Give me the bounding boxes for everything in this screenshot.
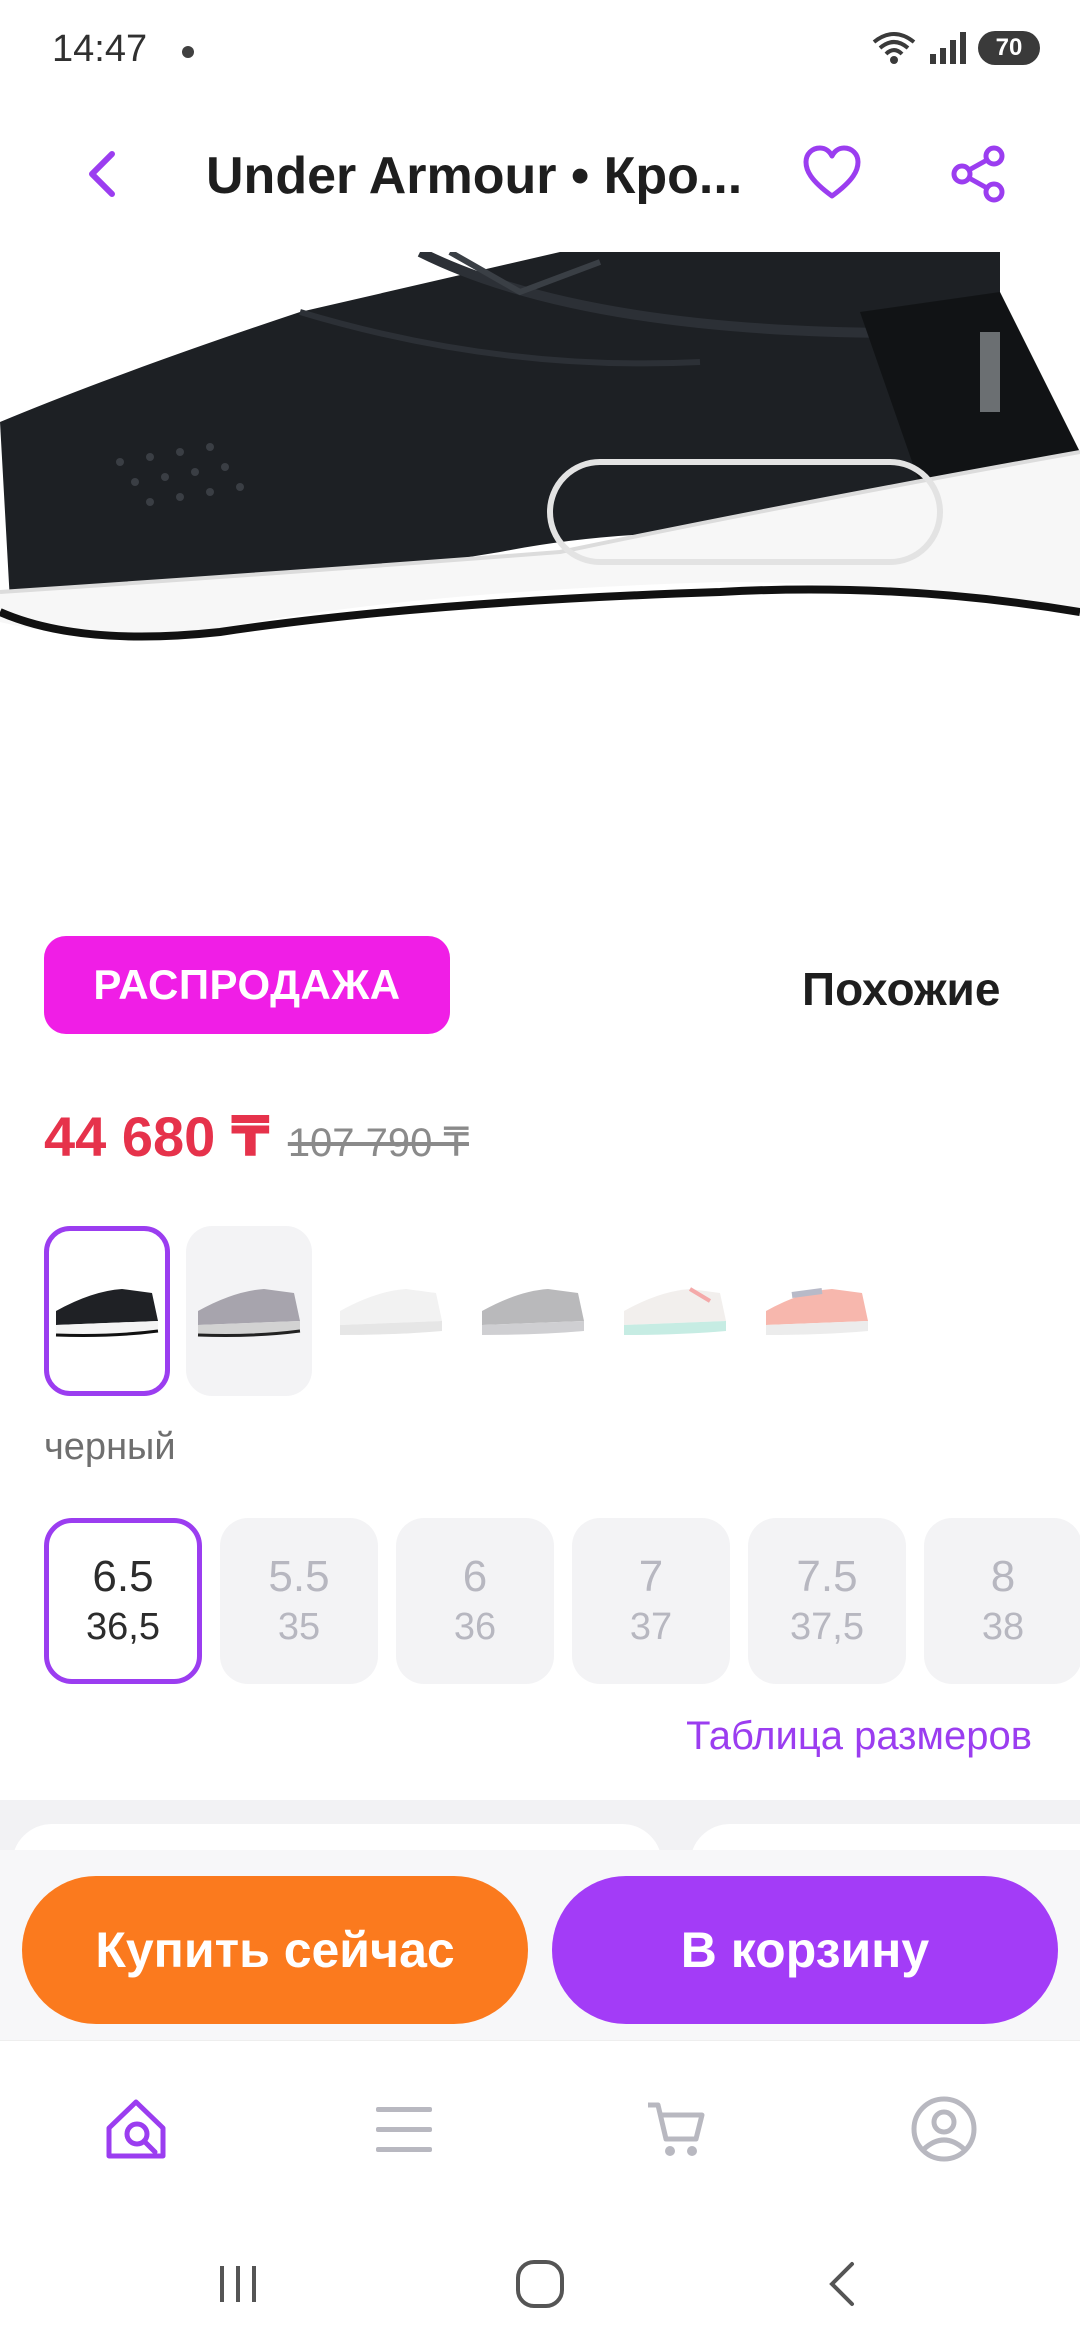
sneaker-thumbnail — [340, 1289, 442, 1335]
nav-catalog[interactable] — [364, 2089, 444, 2169]
size-option[interactable]: 7.5 37,5 — [748, 1518, 906, 1684]
price-row: 44 680 ₸ 107 790 ₸ — [44, 1104, 469, 1170]
sale-badge: РАСПРОДАЖА — [44, 936, 450, 1034]
current-price: 44 680 ₸ — [44, 1105, 270, 1168]
home-search-icon — [106, 2099, 166, 2159]
system-back-button[interactable] — [812, 2254, 872, 2314]
sneaker-thumbnail — [766, 1288, 868, 1335]
share-icon — [951, 145, 1005, 203]
heart-icon — [803, 145, 861, 199]
back-arrow-icon — [829, 2262, 854, 2306]
nav-cart[interactable] — [636, 2089, 716, 2169]
status-bar: 14:47 70 — [0, 0, 1080, 100]
sneaker-thumbnail — [55, 1289, 159, 1337]
color-variants — [44, 1226, 1080, 1396]
status-icons: 70 — [870, 30, 1040, 66]
profile-icon — [911, 2096, 977, 2162]
product-image[interactable] — [0, 252, 1080, 872]
size-selector: 6.5 36,5 5.5 35 6 36 7 37 7.5 37,5 8 38 — [44, 1518, 1080, 1688]
size-eu: 36 — [453, 1605, 497, 1648]
battery-indicator: 70 — [978, 31, 1040, 65]
nav-profile[interactable] — [904, 2089, 984, 2169]
size-option[interactable]: 6.5 36,5 — [44, 1518, 202, 1684]
size-option[interactable]: 7 37 — [572, 1518, 730, 1684]
similar-products-link[interactable]: Похожие — [802, 962, 1000, 1016]
size-us: 5.5 — [268, 1551, 330, 1601]
size-chart-link[interactable]: Таблица размеров — [686, 1714, 1032, 1759]
recent-apps-button[interactable] — [208, 2254, 268, 2314]
size-eu: 36,5 — [86, 1605, 160, 1648]
sneaker-thumbnail — [197, 1289, 301, 1337]
size-option[interactable]: 8 38 — [924, 1518, 1080, 1684]
size-us: 7 — [638, 1551, 664, 1601]
size-eu: 37,5 — [790, 1605, 864, 1648]
size-us: 6 — [462, 1551, 488, 1601]
size-eu: 35 — [277, 1605, 321, 1648]
notification-dot-icon — [182, 46, 194, 58]
sneaker-thumbnail — [624, 1287, 726, 1335]
chevron-left-icon — [89, 151, 115, 197]
size-us: 7.5 — [796, 1551, 858, 1601]
sneaker-image — [0, 252, 1080, 641]
old-price: 107 790 ₸ — [287, 1121, 469, 1165]
size-option[interactable]: 5.5 35 — [220, 1518, 378, 1684]
nav-home-search[interactable] — [96, 2089, 176, 2169]
color-option-white-mint[interactable] — [612, 1226, 738, 1396]
color-option-coral[interactable] — [754, 1226, 880, 1396]
size-us: 6.5 — [92, 1551, 154, 1601]
signal-icon — [930, 32, 966, 64]
buy-now-button[interactable]: Купить сейчас — [22, 1876, 528, 2024]
recent-apps-icon — [220, 2266, 256, 2302]
menu-icon — [376, 2107, 432, 2152]
color-option-grey[interactable] — [186, 1226, 312, 1396]
wifi-icon — [872, 32, 916, 64]
page-title: Under Armour • Кро... — [206, 147, 743, 205]
cart-icon — [648, 2102, 705, 2156]
size-eu: 38 — [981, 1605, 1025, 1648]
back-button[interactable] — [70, 142, 134, 206]
status-time: 14:47 — [52, 28, 148, 70]
size-us: 8 — [990, 1551, 1016, 1601]
bottom-navigation — [0, 2040, 1080, 2220]
selected-color-label: черный — [44, 1426, 176, 1468]
home-circle-icon — [516, 2260, 564, 2308]
color-option-white[interactable] — [328, 1226, 454, 1396]
favorite-button[interactable] — [800, 142, 864, 206]
color-option-black[interactable] — [44, 1226, 170, 1396]
size-option[interactable]: 6 36 — [396, 1518, 554, 1684]
system-navigation — [0, 2220, 1080, 2340]
home-button[interactable] — [510, 2254, 570, 2314]
add-to-cart-button[interactable]: В корзину — [552, 1876, 1058, 2024]
size-eu: 37 — [629, 1605, 673, 1648]
share-button[interactable] — [946, 142, 1010, 206]
color-option-dark-grey[interactable] — [470, 1226, 596, 1396]
sneaker-thumbnail — [482, 1289, 584, 1335]
product-header: Under Armour • Кро... — [0, 130, 1080, 220]
